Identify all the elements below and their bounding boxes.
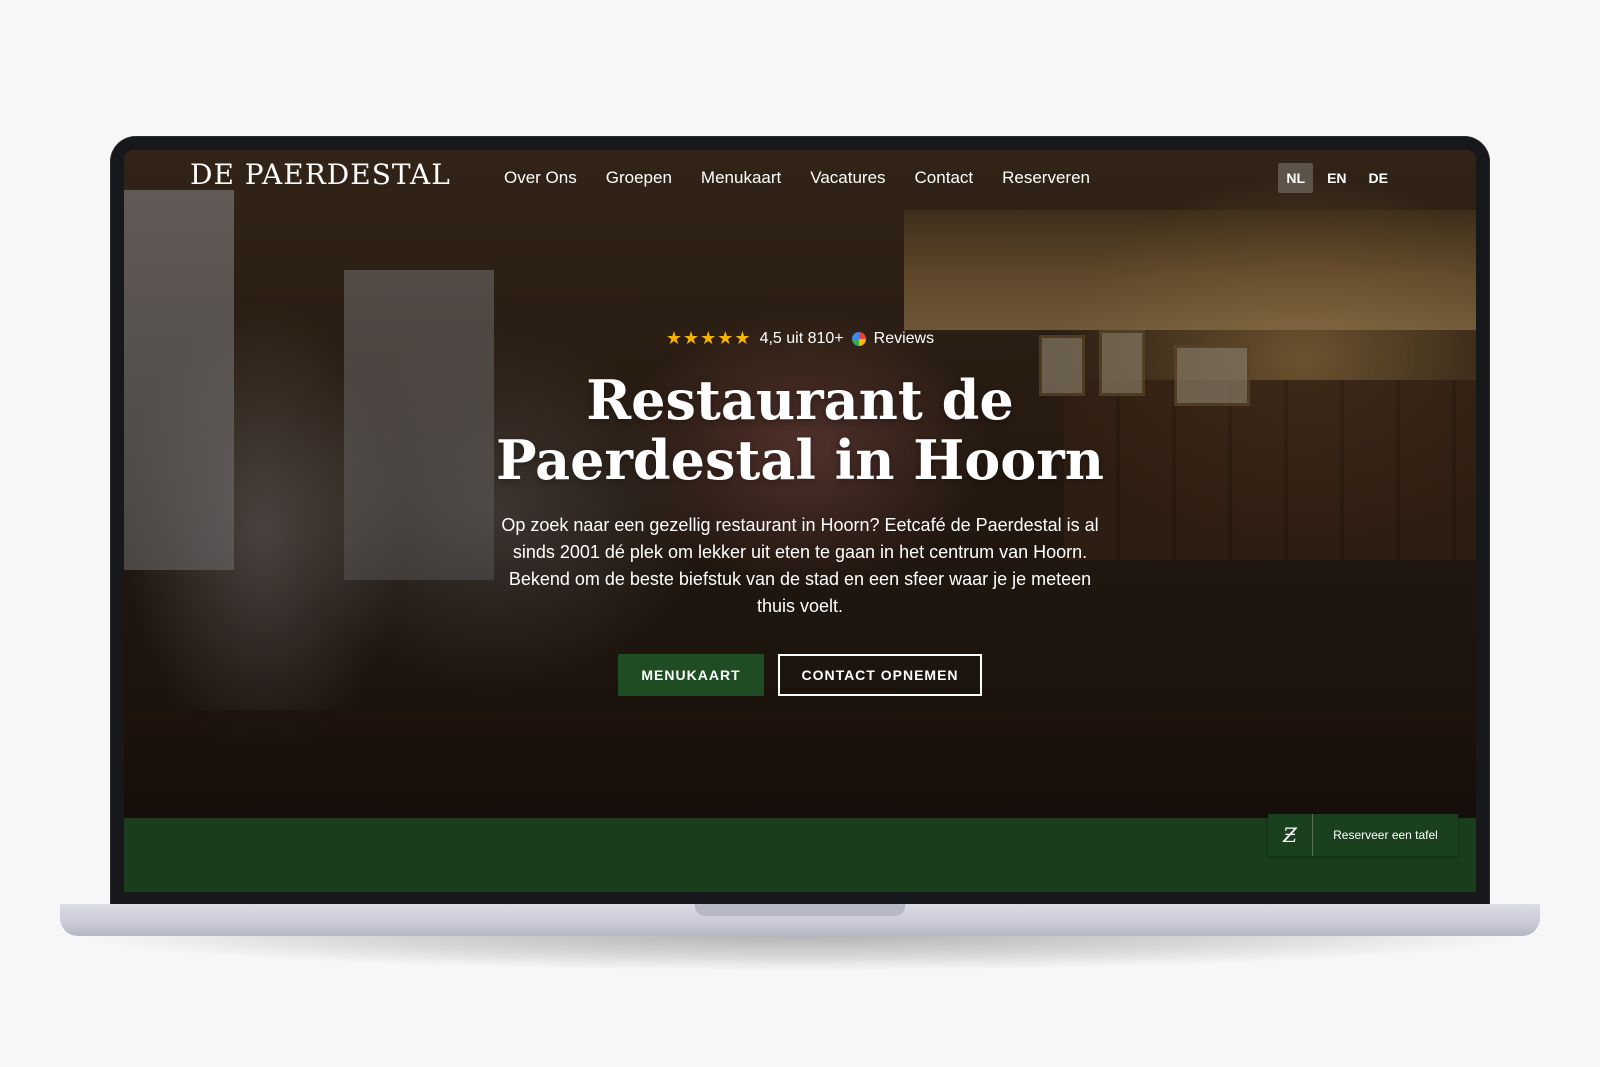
rating-source: Reviews xyxy=(873,329,935,347)
lang-nl[interactable]: NL xyxy=(1278,163,1314,193)
nav-groepen[interactable]: Groepen xyxy=(606,168,672,188)
reserve-table-widget[interactable]: Ƶ Reserveer een tafel xyxy=(1268,814,1458,856)
z-logo-icon: Ƶ xyxy=(1268,814,1313,856)
menukaart-button[interactable]: MENUKAART xyxy=(618,654,764,696)
hero-description: Op zoek naar een gezellig restaurant in … xyxy=(501,515,1099,616)
reserve-table-label: Reserveer een tafel xyxy=(1333,828,1438,842)
top-navigation: DE PAERDESTAL Over Ons Groepen Menukaart… xyxy=(124,150,1476,210)
nav-reserveren[interactable]: Reserveren xyxy=(1002,168,1090,188)
hero-title-line-2: Paerdestal in Hoorn xyxy=(495,428,1105,492)
lang-en[interactable]: EN xyxy=(1319,163,1354,193)
review-rating: ★★★★★ 4,5 uit 810+ Reviews xyxy=(124,328,1476,349)
nav-contact[interactable]: Contact xyxy=(915,168,974,188)
contact-opnemen-button[interactable]: CONTACT OPNEMEN xyxy=(778,654,982,696)
hero-title: Restaurant de Paerdestal in Hoorn xyxy=(124,370,1476,490)
hero-title-line-1: Restaurant de xyxy=(586,368,1014,432)
laptop-notch xyxy=(695,904,905,916)
google-icon xyxy=(851,331,866,346)
site-logo[interactable]: DE PAERDESTAL xyxy=(190,158,451,191)
lang-de[interactable]: DE xyxy=(1361,163,1396,193)
main-nav: Over Ons Groepen Menukaart Vacatures Con… xyxy=(504,168,1090,188)
nav-over-ons[interactable]: Over Ons xyxy=(504,168,577,188)
nav-menukaart[interactable]: Menukaart xyxy=(701,168,781,188)
browser-screen: DE PAERDESTAL Over Ons Groepen Menukaart… xyxy=(124,150,1476,892)
star-rating-icon: ★★★★★ xyxy=(665,328,752,348)
hero-buttons: MENUKAART CONTACT OPNEMEN xyxy=(124,654,1476,696)
nav-vacatures[interactable]: Vacatures xyxy=(810,168,885,188)
rating-text: 4,5 uit 810+ xyxy=(759,329,844,347)
language-switcher: NL EN DE xyxy=(1278,163,1396,193)
